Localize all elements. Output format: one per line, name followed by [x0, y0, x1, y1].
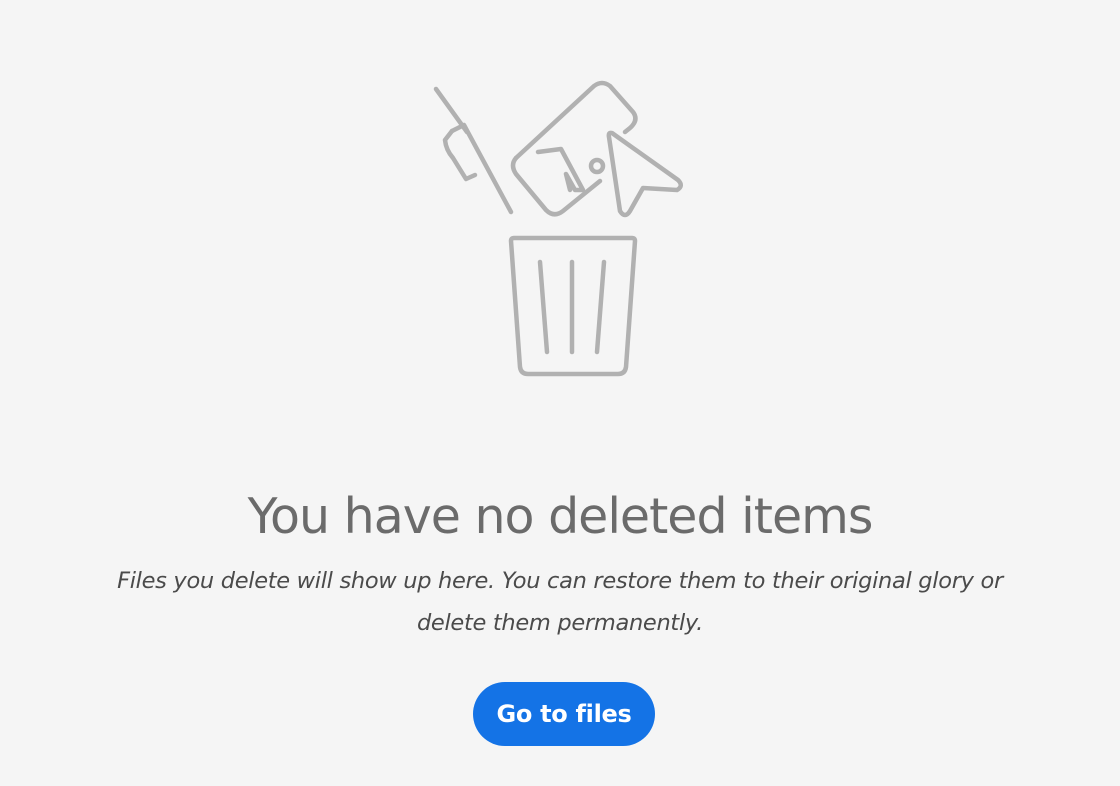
pen-icon — [433, 86, 514, 215]
empty-state-title: You have no deleted items — [247, 488, 874, 545]
empty-state: You have no deleted items Files you dele… — [0, 0, 1120, 786]
cursor-arrow-icon — [606, 130, 683, 218]
empty-state-description: Files you delete will show up here. You … — [117, 568, 1003, 636]
trash-can-icon — [508, 235, 638, 377]
empty-trash-illustration — [420, 80, 700, 385]
go-to-files-button[interactable]: Go to files — [473, 682, 655, 746]
